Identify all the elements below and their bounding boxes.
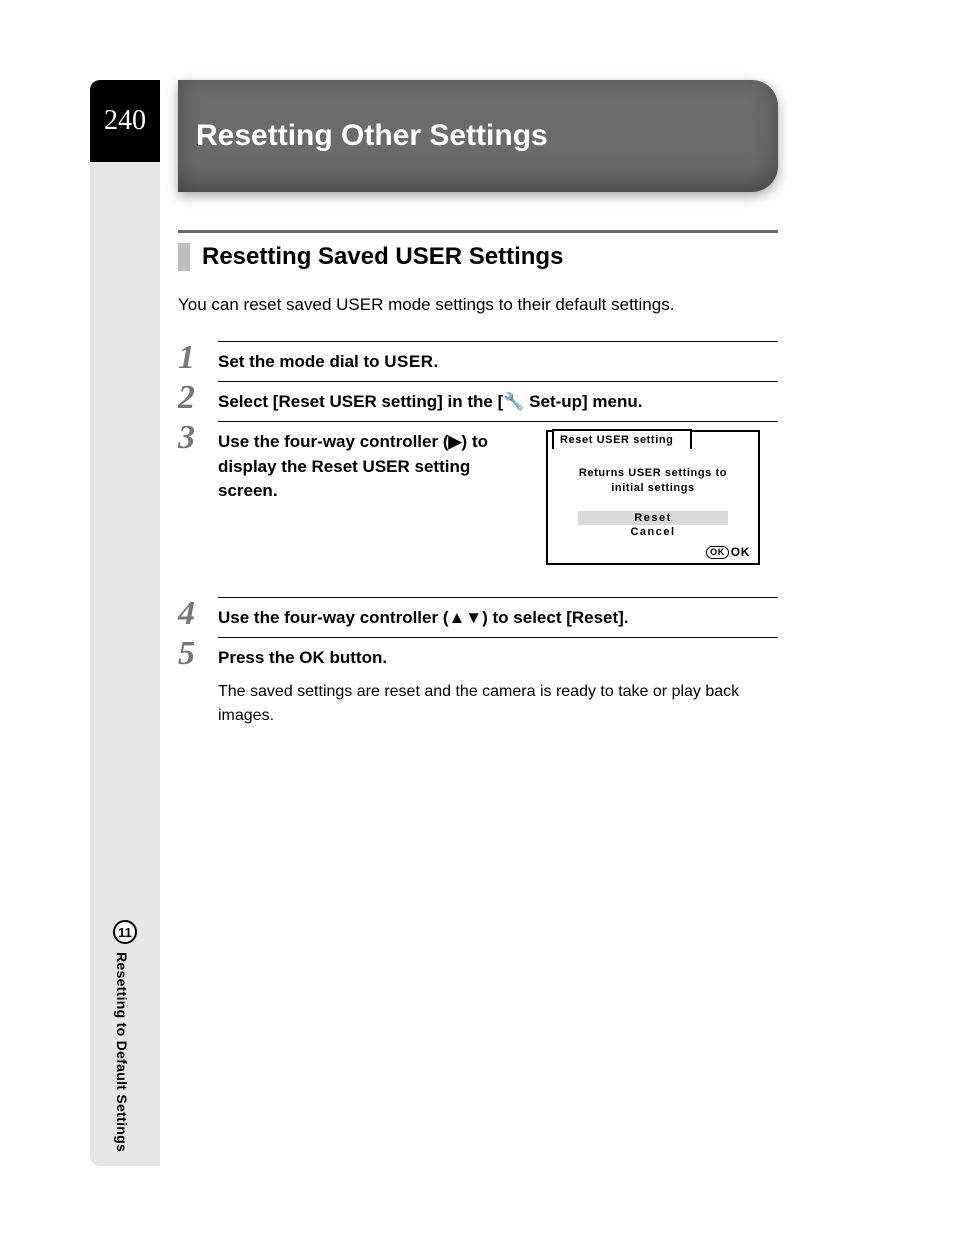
section-heading: Resetting Saved USER Settings bbox=[178, 230, 778, 271]
intro-text: You can reset saved USER mode settings t… bbox=[178, 295, 778, 315]
step-1: 1 Set the mode dial to USER. bbox=[178, 341, 778, 375]
step-body: Use the four-way controller (▲▼) to sele… bbox=[218, 597, 778, 631]
step-number: 1 bbox=[178, 341, 200, 375]
page-number-box: 240 bbox=[90, 80, 160, 162]
step-heading: Use the four-way controller (▲▼) to sele… bbox=[218, 606, 778, 631]
ok-badge-icon: OK bbox=[706, 546, 729, 559]
step-list: 1 Set the mode dial to USER. 2 Select [R… bbox=[178, 335, 778, 727]
step-body: Use the four-way controller (▶) to displ… bbox=[218, 421, 778, 565]
step5-text-pre: Press the bbox=[218, 648, 299, 667]
chapter-title: Resetting Other Settings bbox=[196, 119, 548, 153]
step-3: 3 Use the four-way controller (▶) to dis… bbox=[178, 421, 778, 565]
page-number: 240 bbox=[104, 105, 146, 137]
step1-text-pre: Set the mode dial to bbox=[218, 352, 384, 371]
lcd-option-cancel: Cancel bbox=[556, 525, 750, 539]
step-number: 5 bbox=[178, 637, 200, 727]
mode-dial-user-label: USER bbox=[384, 352, 433, 371]
lcd-footer: OKOK bbox=[548, 541, 758, 559]
step-heading: Select [Reset USER setting] in the [🔧 Se… bbox=[218, 390, 778, 415]
manual-page: 240 Resetting Other Settings Resetting S… bbox=[0, 0, 954, 1246]
side-chapter-text: Resetting to Default Settings bbox=[113, 952, 130, 1152]
lcd-tab-title: Reset USER setting bbox=[552, 429, 692, 449]
section-heading-text: Resetting Saved USER Settings bbox=[178, 243, 778, 271]
step-description: The saved settings are reset and the cam… bbox=[218, 680, 778, 726]
step-heading: Set the mode dial to USER. bbox=[218, 350, 778, 375]
step-body: Select [Reset USER setting] in the [🔧 Se… bbox=[218, 381, 778, 415]
side-chapter-label: 11 Resetting to Default Settings bbox=[113, 920, 137, 1152]
lcd-message-line2: initial settings bbox=[611, 482, 695, 494]
ok-button-label: OK bbox=[299, 648, 325, 667]
lcd-message-line1: Returns USER settings to bbox=[579, 467, 727, 479]
lcd-inner: Returns USER settings to initial setting… bbox=[548, 450, 758, 541]
step-4: 4 Use the four-way controller (▲▼) to se… bbox=[178, 597, 778, 631]
step-body: Set the mode dial to USER. bbox=[218, 341, 778, 375]
step-number: 3 bbox=[178, 421, 200, 565]
lcd-screen-mock: Reset USER setting Returns USER settings… bbox=[546, 430, 760, 565]
step-2: 2 Select [Reset USER setting] in the [🔧 … bbox=[178, 381, 778, 415]
chapter-title-bar: Resetting Other Settings bbox=[178, 80, 778, 192]
step-5: 5 Press the OK button. The saved setting… bbox=[178, 637, 778, 727]
lcd-footer-ok: OK bbox=[731, 545, 750, 559]
step5-text-post: button. bbox=[325, 648, 387, 667]
step-number: 4 bbox=[178, 597, 200, 631]
step1-text-post: . bbox=[433, 352, 438, 371]
step-heading: Use the four-way controller (▶) to displ… bbox=[218, 430, 528, 504]
step-heading: Press the OK button. bbox=[218, 646, 778, 671]
lcd-message: Returns USER settings to initial setting… bbox=[556, 466, 750, 497]
lcd-option-reset: Reset bbox=[578, 511, 728, 525]
spacer bbox=[178, 565, 778, 591]
chapter-number-badge: 11 bbox=[113, 920, 137, 944]
step-number: 2 bbox=[178, 381, 200, 415]
step-body: Press the OK button. The saved settings … bbox=[218, 637, 778, 727]
